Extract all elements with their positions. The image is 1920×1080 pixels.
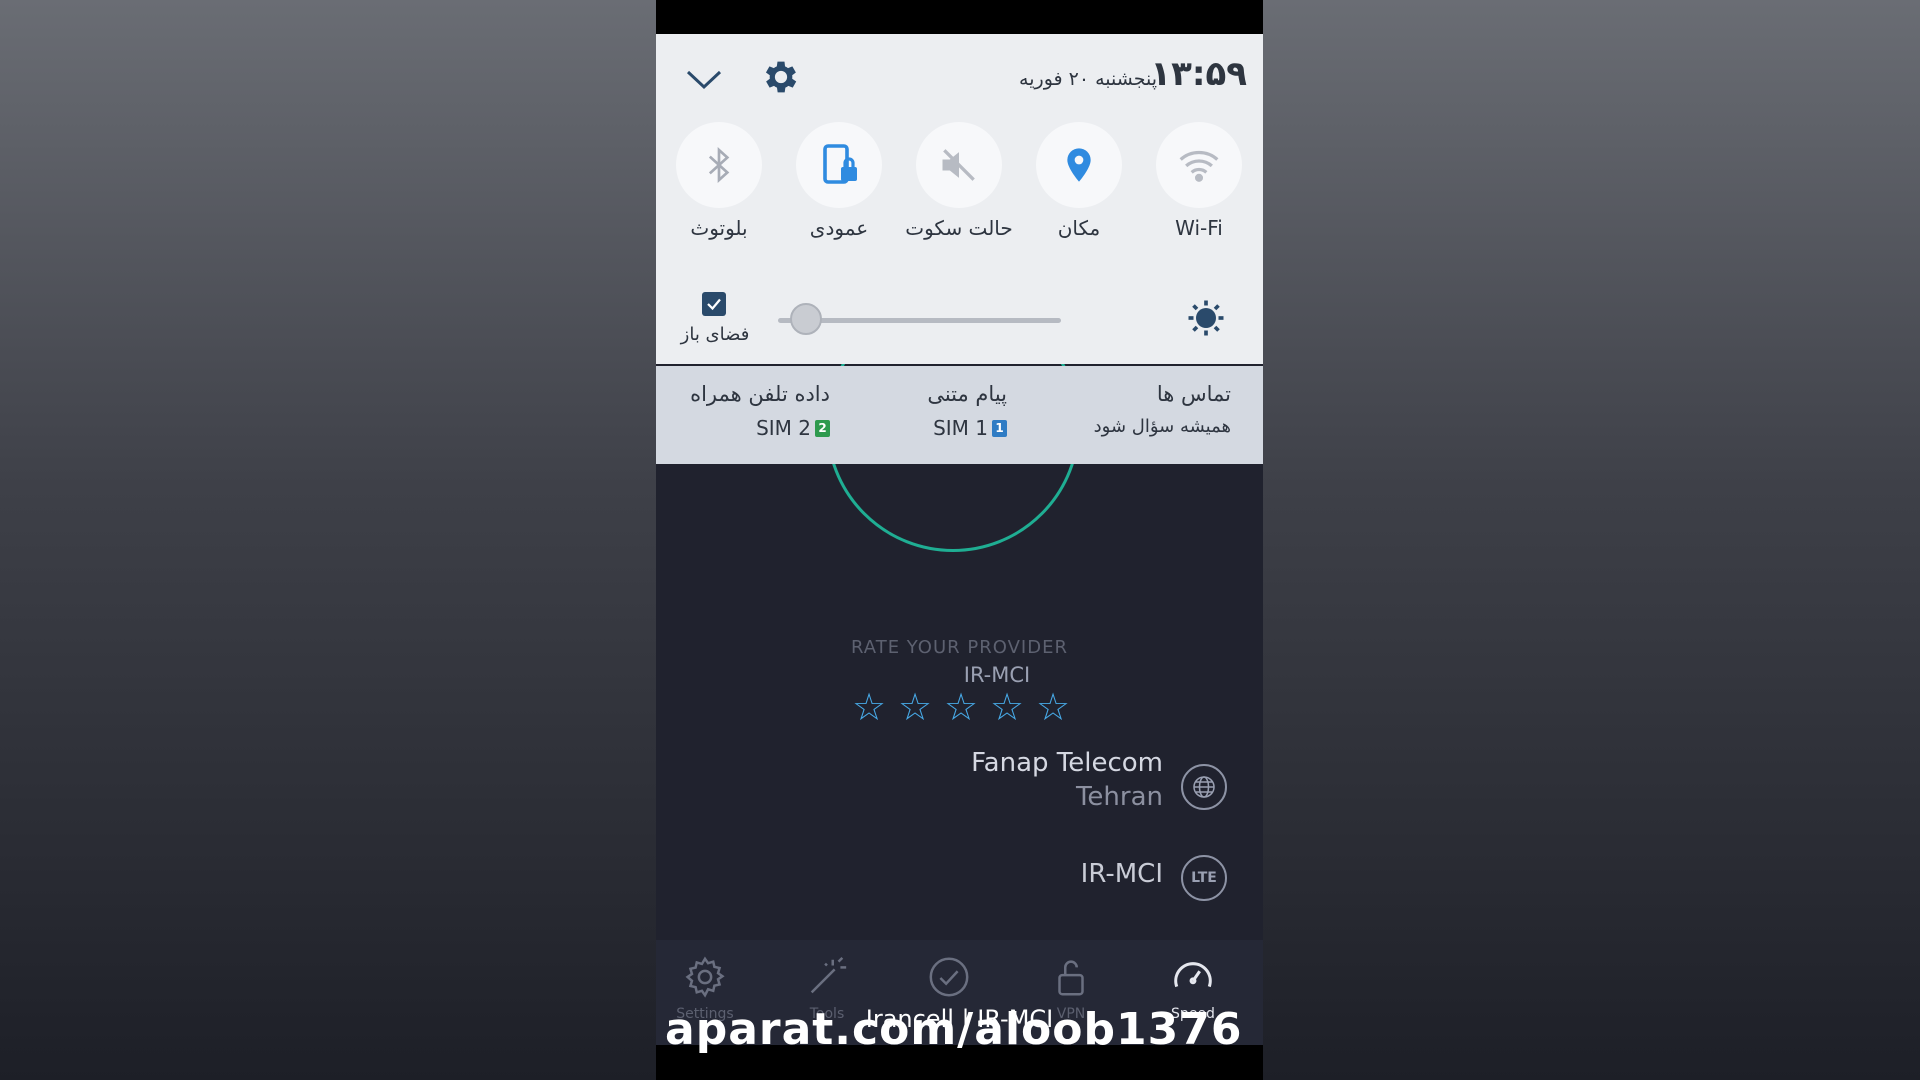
network-type: LTE [1191, 870, 1217, 886]
wifi-icon [1179, 150, 1219, 182]
star-icon[interactable]: ☆ [1033, 685, 1073, 729]
toggle-bluetooth[interactable]: بلوتوث [664, 122, 774, 240]
toggle-mute-button[interactable] [916, 122, 1002, 208]
toggle-mute[interactable]: حالت سکوت [904, 122, 1014, 240]
settings-button[interactable] [760, 56, 802, 102]
sim-sms-value-row: SIM 1 1 [927, 416, 1007, 440]
isp-info: Fanap Telecom Tehran [971, 748, 1163, 812]
network-name: IR-MCI [1080, 859, 1163, 889]
star-icon[interactable]: ☆ [849, 685, 889, 729]
toggle-location-label: مکان [1057, 216, 1101, 240]
brightness-slider-handle[interactable] [790, 303, 823, 335]
isp-name: Fanap Telecom [971, 748, 1163, 778]
toggle-wifi-label: Wi-Fi [1175, 216, 1223, 240]
checkmark-icon [707, 298, 721, 311]
sim-calls-value: همیشه سؤال شود [1093, 416, 1231, 437]
toggle-location[interactable]: مکان [1024, 122, 1134, 240]
toggle-mute-label: حالت سکوت [905, 216, 1013, 240]
network-info: IR-MCI [1081, 859, 1163, 889]
screen-rotation-lock-icon [823, 144, 857, 184]
outdoor-mode-checkbox[interactable] [702, 292, 726, 316]
sim-settings-bar: داده تلفن همراه SIM 2 2 پیام متنی SIM 1 … [656, 366, 1263, 464]
isp-city: Tehran [1075, 782, 1163, 812]
star-icon[interactable]: ☆ [895, 685, 935, 729]
toggle-bluetooth-label: بلوتوث [690, 216, 748, 240]
toggle-rotation-label: عمودی [809, 216, 869, 240]
clock-date: پنجشنبه ۲۰ فوریه [1019, 68, 1157, 90]
sim-mobile-data-title: داده تلفن همراه [690, 382, 830, 406]
check-circle-icon [929, 957, 969, 997]
toggle-bluetooth-button[interactable] [676, 122, 762, 208]
sim-calls-title: تماس ها [1156, 382, 1231, 406]
sim-mobile-data[interactable]: داده تلفن همراه SIM 2 2 [690, 382, 830, 440]
speedometer-icon [1174, 962, 1212, 988]
sim-sms-value: SIM 1 [933, 416, 988, 440]
brightness-icon [1186, 298, 1226, 342]
lte-icon[interactable]: LTE [1181, 855, 1227, 901]
star-icon[interactable]: ☆ [941, 685, 981, 729]
location-icon [1067, 148, 1091, 182]
gear-icon [685, 956, 725, 998]
chevron-down-icon [686, 70, 722, 90]
star-icon[interactable]: ☆ [987, 685, 1027, 729]
globe-icon[interactable] [1181, 764, 1227, 810]
gear-icon [765, 61, 797, 93]
toggle-location-button[interactable] [1036, 122, 1122, 208]
top-black-bar [656, 0, 1263, 34]
phone-screen: RATE YOUR PROVIDER IR-MCI ☆ ☆ ☆ ☆ ☆ Fana… [656, 0, 1263, 1080]
sim-calls[interactable]: تماس ها همیشه سؤال شود [1094, 382, 1231, 437]
clock-time: ۱۳:۵۹ [1150, 54, 1247, 94]
lock-open-icon [1058, 960, 1084, 996]
toggle-rotation[interactable]: عمودی [784, 122, 894, 240]
rate-title: RATE YOUR PROVIDER [851, 637, 1068, 658]
sim-sms[interactable]: پیام متنی SIM 1 1 [927, 382, 1007, 440]
sim-mobile-data-value: SIM 2 [756, 416, 811, 440]
quick-toggles: بلوتوث عمودی حالت سکوت مکان Wi-Fi [656, 122, 1263, 242]
sim-sms-title: پیام متنی [927, 382, 1007, 406]
rating-stars: ☆ ☆ ☆ ☆ ☆ [849, 685, 1073, 729]
bluetooth-icon [708, 147, 730, 183]
mute-icon [942, 149, 975, 181]
watermark: aparat.com/aloob1376 [665, 1004, 1243, 1055]
collapse-button[interactable] [684, 64, 724, 98]
rate-provider: IR-MCI [963, 663, 1031, 687]
nav-check[interactable] [904, 954, 994, 1006]
sim-mobile-data-value-row: SIM 2 2 [690, 416, 830, 440]
outdoor-mode-label: فضای باز [680, 324, 750, 345]
toggle-wifi[interactable]: Wi-Fi [1144, 122, 1254, 240]
notification-panel: ۱۳:۵۹ پنجشنبه ۲۰ فوریه بلوتوث عمودی حالت… [656, 34, 1263, 364]
toggle-wifi-button[interactable] [1156, 122, 1242, 208]
magic-wand-icon [810, 956, 847, 994]
sim2-badge-icon: 2 [815, 419, 830, 437]
toggle-rotation-button[interactable] [796, 122, 882, 208]
sim1-badge-icon: 1 [992, 419, 1007, 437]
